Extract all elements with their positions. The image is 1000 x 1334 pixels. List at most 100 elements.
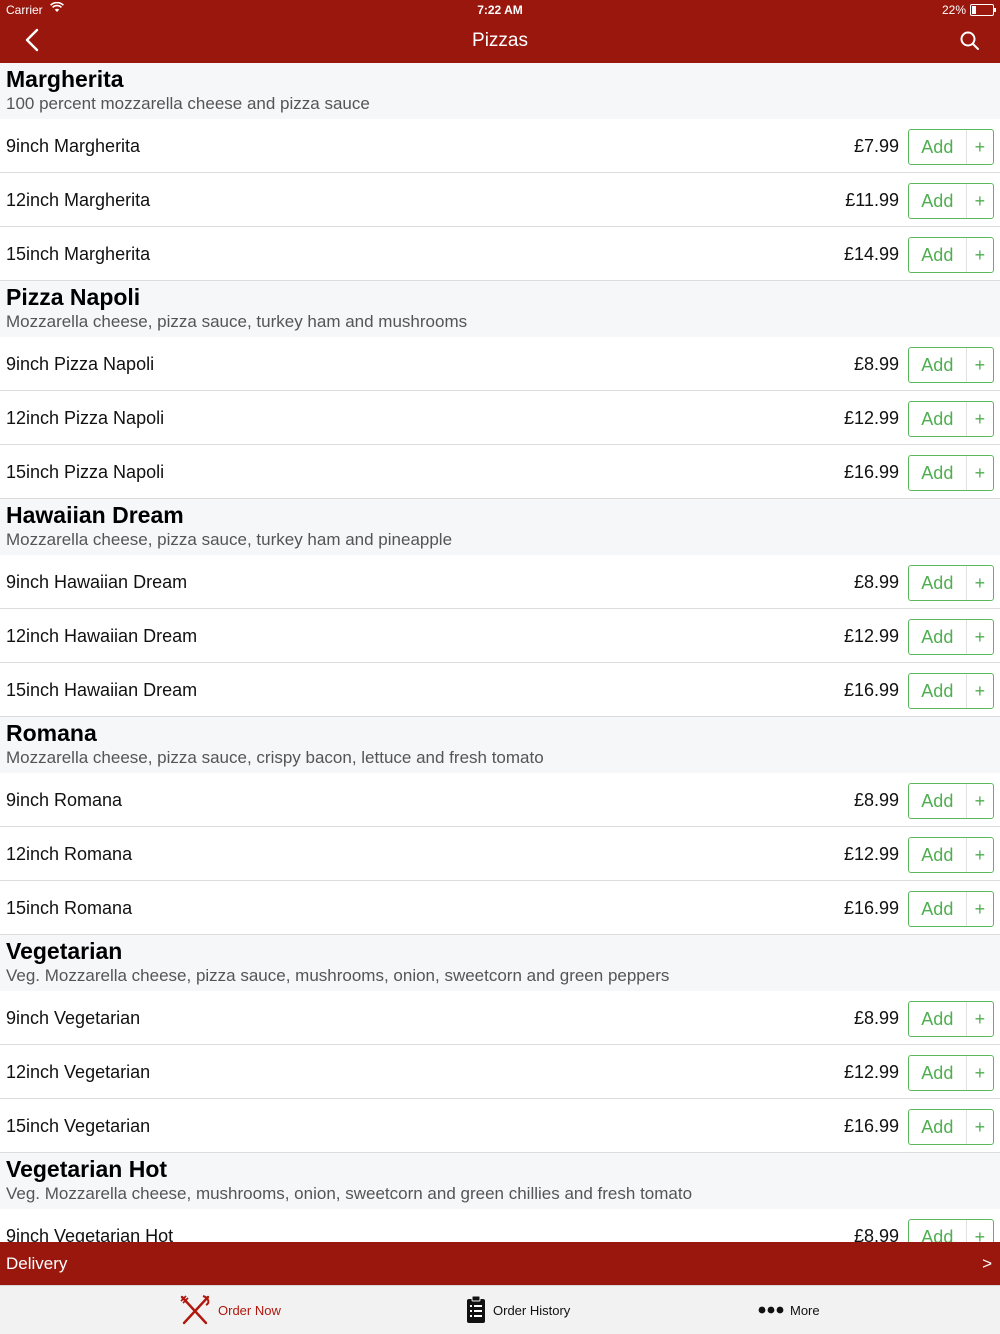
section-description: Veg. Mozzarella cheese, pizza sauce, mus… (6, 966, 670, 985)
menu-item-row[interactable]: 15inch Margherita £14.99 Add + (0, 227, 1000, 281)
plus-icon: + (965, 1220, 993, 1242)
item-name: 15inch Pizza Napoli (6, 462, 165, 482)
section-title: Vegetarian (6, 938, 123, 964)
menu-item-row[interactable]: 12inch Romana £12.99 Add + (0, 827, 1000, 881)
delivery-bar[interactable]: Delivery > (0, 1242, 1000, 1285)
menu-item-row[interactable]: 9inch Vegetarian Hot £8.99 Add + (0, 1209, 1000, 1242)
add-label: Add (921, 136, 954, 157)
plus-icon: + (965, 238, 993, 272)
chevron-right-icon: > (982, 1254, 992, 1273)
menu-item-row[interactable]: 12inch Margherita £11.99 Add + (0, 173, 1000, 227)
item-price: £12.99 (843, 408, 899, 428)
add-label: Add (921, 244, 954, 265)
menu-item-row[interactable]: 15inch Hawaiian Dream £16.99 Add + (0, 663, 1000, 717)
add-button[interactable]: Add + (908, 783, 994, 819)
section-header: Hawaiian Dream Mozzarella cheese, pizza s… (0, 499, 1000, 555)
menu-item-row[interactable]: 15inch Romana £16.99 Add + (0, 881, 1000, 935)
menu-item-row[interactable]: 12inch Hawaiian Dream £12.99 Add + (0, 609, 1000, 663)
search-icon (960, 31, 979, 50)
menu-item-row[interactable]: 12inch Pizza Napoli £12.99 Add + (0, 391, 1000, 445)
page-title: Pizzas (472, 30, 528, 51)
section-header: Margherita 100 percent mozzarella cheese … (0, 63, 1000, 119)
add-button[interactable]: Add + (908, 129, 994, 165)
tab-label: Order Now (218, 1302, 281, 1318)
add-button[interactable]: Add + (908, 565, 994, 601)
plus-icon: + (965, 402, 993, 436)
item-name: 9inch Romana (6, 790, 123, 810)
item-price: £12.99 (843, 626, 899, 646)
tab-order-history[interactable]: Order History (465, 1286, 570, 1334)
menu-item-row[interactable]: 9inch Margherita £7.99 Add + (0, 119, 1000, 173)
menu-item-row[interactable]: 9inch Vegetarian £8.99 Add + (0, 991, 1000, 1045)
tab-bar: Order Now Order History More (0, 1285, 1000, 1334)
item-name: 9inch Pizza Napoli (6, 354, 155, 374)
plus-icon: + (965, 1110, 993, 1144)
add-button[interactable]: Add + (908, 1055, 994, 1091)
plus-icon: + (965, 838, 993, 872)
add-label: Add (921, 1062, 954, 1083)
delivery-label: Delivery (6, 1254, 68, 1273)
add-button[interactable]: Add + (908, 401, 994, 437)
plus-icon: + (965, 184, 993, 218)
app-screen: Carrier 7:22 AM 22% Pizzas Margherita 100… (0, 0, 1000, 1334)
add-button[interactable]: Add + (908, 347, 994, 383)
item-price: £12.99 (843, 844, 899, 864)
add-label: Add (921, 1226, 954, 1243)
menu-item-row[interactable]: 12inch Vegetarian £12.99 Add + (0, 1045, 1000, 1099)
item-price: £11.99 (845, 190, 899, 210)
item-price: £7.99 (853, 136, 899, 156)
add-button[interactable]: Add + (908, 455, 994, 491)
plus-icon: + (965, 130, 993, 164)
plus-icon: + (965, 1056, 993, 1090)
status-bar: Carrier 7:22 AM 22% (0, 0, 1000, 20)
plus-icon: + (965, 456, 993, 490)
item-name: 15inch Hawaiian Dream (6, 680, 198, 700)
item-price: £8.99 (853, 354, 899, 374)
section-header: Pizza Napoli Mozzarella cheese, pizza sau… (0, 281, 1000, 337)
search-button[interactable] (958, 29, 982, 53)
section-description: Veg. Mozzarella cheese, mushrooms, onion… (6, 1184, 693, 1203)
add-button[interactable]: Add + (908, 237, 994, 273)
add-label: Add (921, 408, 954, 429)
plus-icon: + (965, 674, 993, 708)
tab-label: More (790, 1302, 820, 1318)
tab-label: Order History (493, 1302, 571, 1318)
clipboard-icon (467, 1295, 485, 1323)
add-label: Add (921, 680, 954, 701)
item-price: £16.99 (843, 1116, 899, 1136)
add-label: Add (921, 626, 954, 647)
section-title: Pizza Napoli (6, 284, 141, 310)
menu-item-row[interactable]: 9inch Romana £8.99 Add + (0, 773, 1000, 827)
menu-list[interactable]: Margherita 100 percent mozzarella cheese … (0, 63, 1000, 1242)
add-button[interactable]: Add + (908, 1219, 994, 1242)
tab-order-now[interactable]: Order Now (178, 1286, 281, 1334)
section-description: Mozzarella cheese, pizza sauce, crispy b… (6, 748, 544, 767)
plus-icon: + (965, 620, 993, 654)
add-button[interactable]: Add + (908, 673, 994, 709)
menu-item-row[interactable]: 9inch Hawaiian Dream £8.99 Add + (0, 555, 1000, 609)
add-button[interactable]: Add + (908, 1109, 994, 1145)
add-button[interactable]: Add + (908, 619, 994, 655)
item-name: 12inch Romana (6, 844, 133, 864)
item-price: £8.99 (853, 1226, 899, 1242)
tab-more[interactable]: More (758, 1286, 820, 1334)
menu-item-row[interactable]: 15inch Pizza Napoli £16.99 Add + (0, 445, 1000, 499)
item-name: 9inch Vegetarian (6, 1008, 141, 1028)
item-name: 15inch Vegetarian (6, 1116, 151, 1136)
plus-icon: + (965, 348, 993, 382)
item-price: £16.99 (843, 898, 899, 918)
menu-item-row[interactable]: 9inch Pizza Napoli £8.99 Add + (0, 337, 1000, 391)
status-time: 7:22 AM (477, 3, 523, 17)
add-button[interactable]: Add + (908, 837, 994, 873)
menu-item-row[interactable]: 15inch Vegetarian £16.99 Add + (0, 1099, 1000, 1153)
add-label: Add (921, 844, 954, 865)
add-button[interactable]: Add + (908, 1001, 994, 1037)
add-label: Add (921, 572, 954, 593)
nav-bar: Carrier 7:22 AM 22% Pizzas (0, 0, 1000, 63)
item-name: 15inch Romana (6, 898, 133, 918)
add-label: Add (921, 1008, 954, 1029)
add-button[interactable]: Add + (908, 891, 994, 927)
battery-indicator: 22% (942, 3, 996, 17)
more-dots-icon (758, 1306, 784, 1314)
add-button[interactable]: Add + (908, 183, 994, 219)
